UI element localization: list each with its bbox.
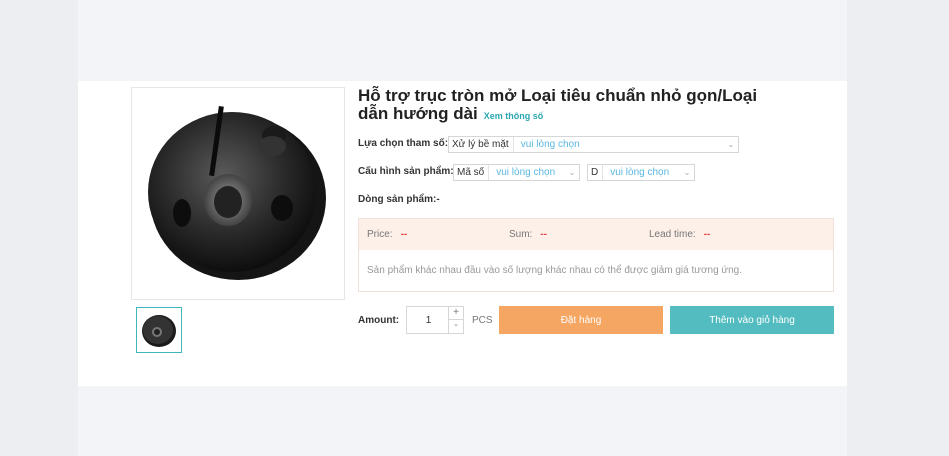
chevron-down-icon: ⌄: [683, 168, 691, 177]
pricing-panel: Price: -- Sum: -- Lead time: -- Sản phẩm kh…: [358, 218, 834, 292]
add-to-cart-button[interactable]: Thêm vào giỏ hàng: [670, 306, 834, 334]
code-select[interactable]: Mã số vui lòng chọn ⌄: [453, 164, 580, 181]
quantity-stepper: + -: [406, 306, 464, 334]
chevron-down-icon: ⌄: [568, 168, 576, 177]
lead-time-label: Lead time:: [649, 229, 696, 240]
d-prefix: D: [588, 165, 604, 180]
config-label: Cấu hình sản phẩm:: [358, 166, 454, 177]
code-prefix: Mã số: [454, 165, 490, 180]
d-select[interactable]: D vui lòng chọn ⌄: [587, 164, 695, 181]
price-label: Price:: [367, 229, 393, 240]
discount-note: Sản phẩm khác nhau đầu vào số lượng khác…: [367, 265, 743, 276]
order-button[interactable]: Đặt hàng: [499, 306, 663, 334]
pricing-header: Price: -- Sum: -- Lead time: --: [359, 219, 833, 250]
param-label: Lựa chọn tham số:: [358, 138, 449, 149]
sum-label: Sum:: [509, 229, 533, 240]
surface-value: vui lòng chọn: [520, 139, 580, 150]
surface-prefix: Xử lý bề mặt: [449, 137, 514, 152]
increment-button[interactable]: +: [448, 307, 463, 320]
series-label: Dòng sản phẩm:: [358, 194, 437, 205]
code-value: vui lòng chọn: [496, 167, 556, 178]
amount-label: Amount:: [358, 315, 400, 326]
product-thumbnail[interactable]: [136, 307, 182, 353]
quantity-input[interactable]: [407, 307, 450, 333]
sum-item: Sum: --: [509, 229, 547, 240]
shaft-collar-thumbnail: [142, 315, 176, 347]
sum-value: --: [540, 229, 548, 240]
shaft-collar-image: [148, 106, 326, 280]
lead-time-item: Lead time: --: [649, 229, 710, 240]
surface-treatment-select[interactable]: Xử lý bề mặt vui lòng chọn ⌄: [448, 136, 739, 153]
product-main-image[interactable]: [131, 87, 345, 300]
series-row: Dòng sản phẩm:-: [358, 194, 440, 205]
view-specs-link[interactable]: Xem thông số: [484, 111, 544, 121]
unit-label: PCS: [472, 315, 493, 326]
product-title: Hỗ trợ trục tròn mở Loại tiêu chuẩn nhỏ …: [358, 87, 778, 125]
series-value: -: [436, 194, 440, 205]
price-item: Price: --: [367, 229, 407, 240]
lead-time-value: --: [703, 229, 711, 240]
d-value: vui lòng chọn: [610, 167, 670, 178]
product-title-text: Hỗ trợ trục tròn mở Loại tiêu chuẩn nhỏ …: [358, 86, 758, 123]
chevron-down-icon: ⌄: [727, 140, 735, 149]
price-value: --: [400, 229, 408, 240]
decrement-button[interactable]: -: [448, 320, 463, 333]
